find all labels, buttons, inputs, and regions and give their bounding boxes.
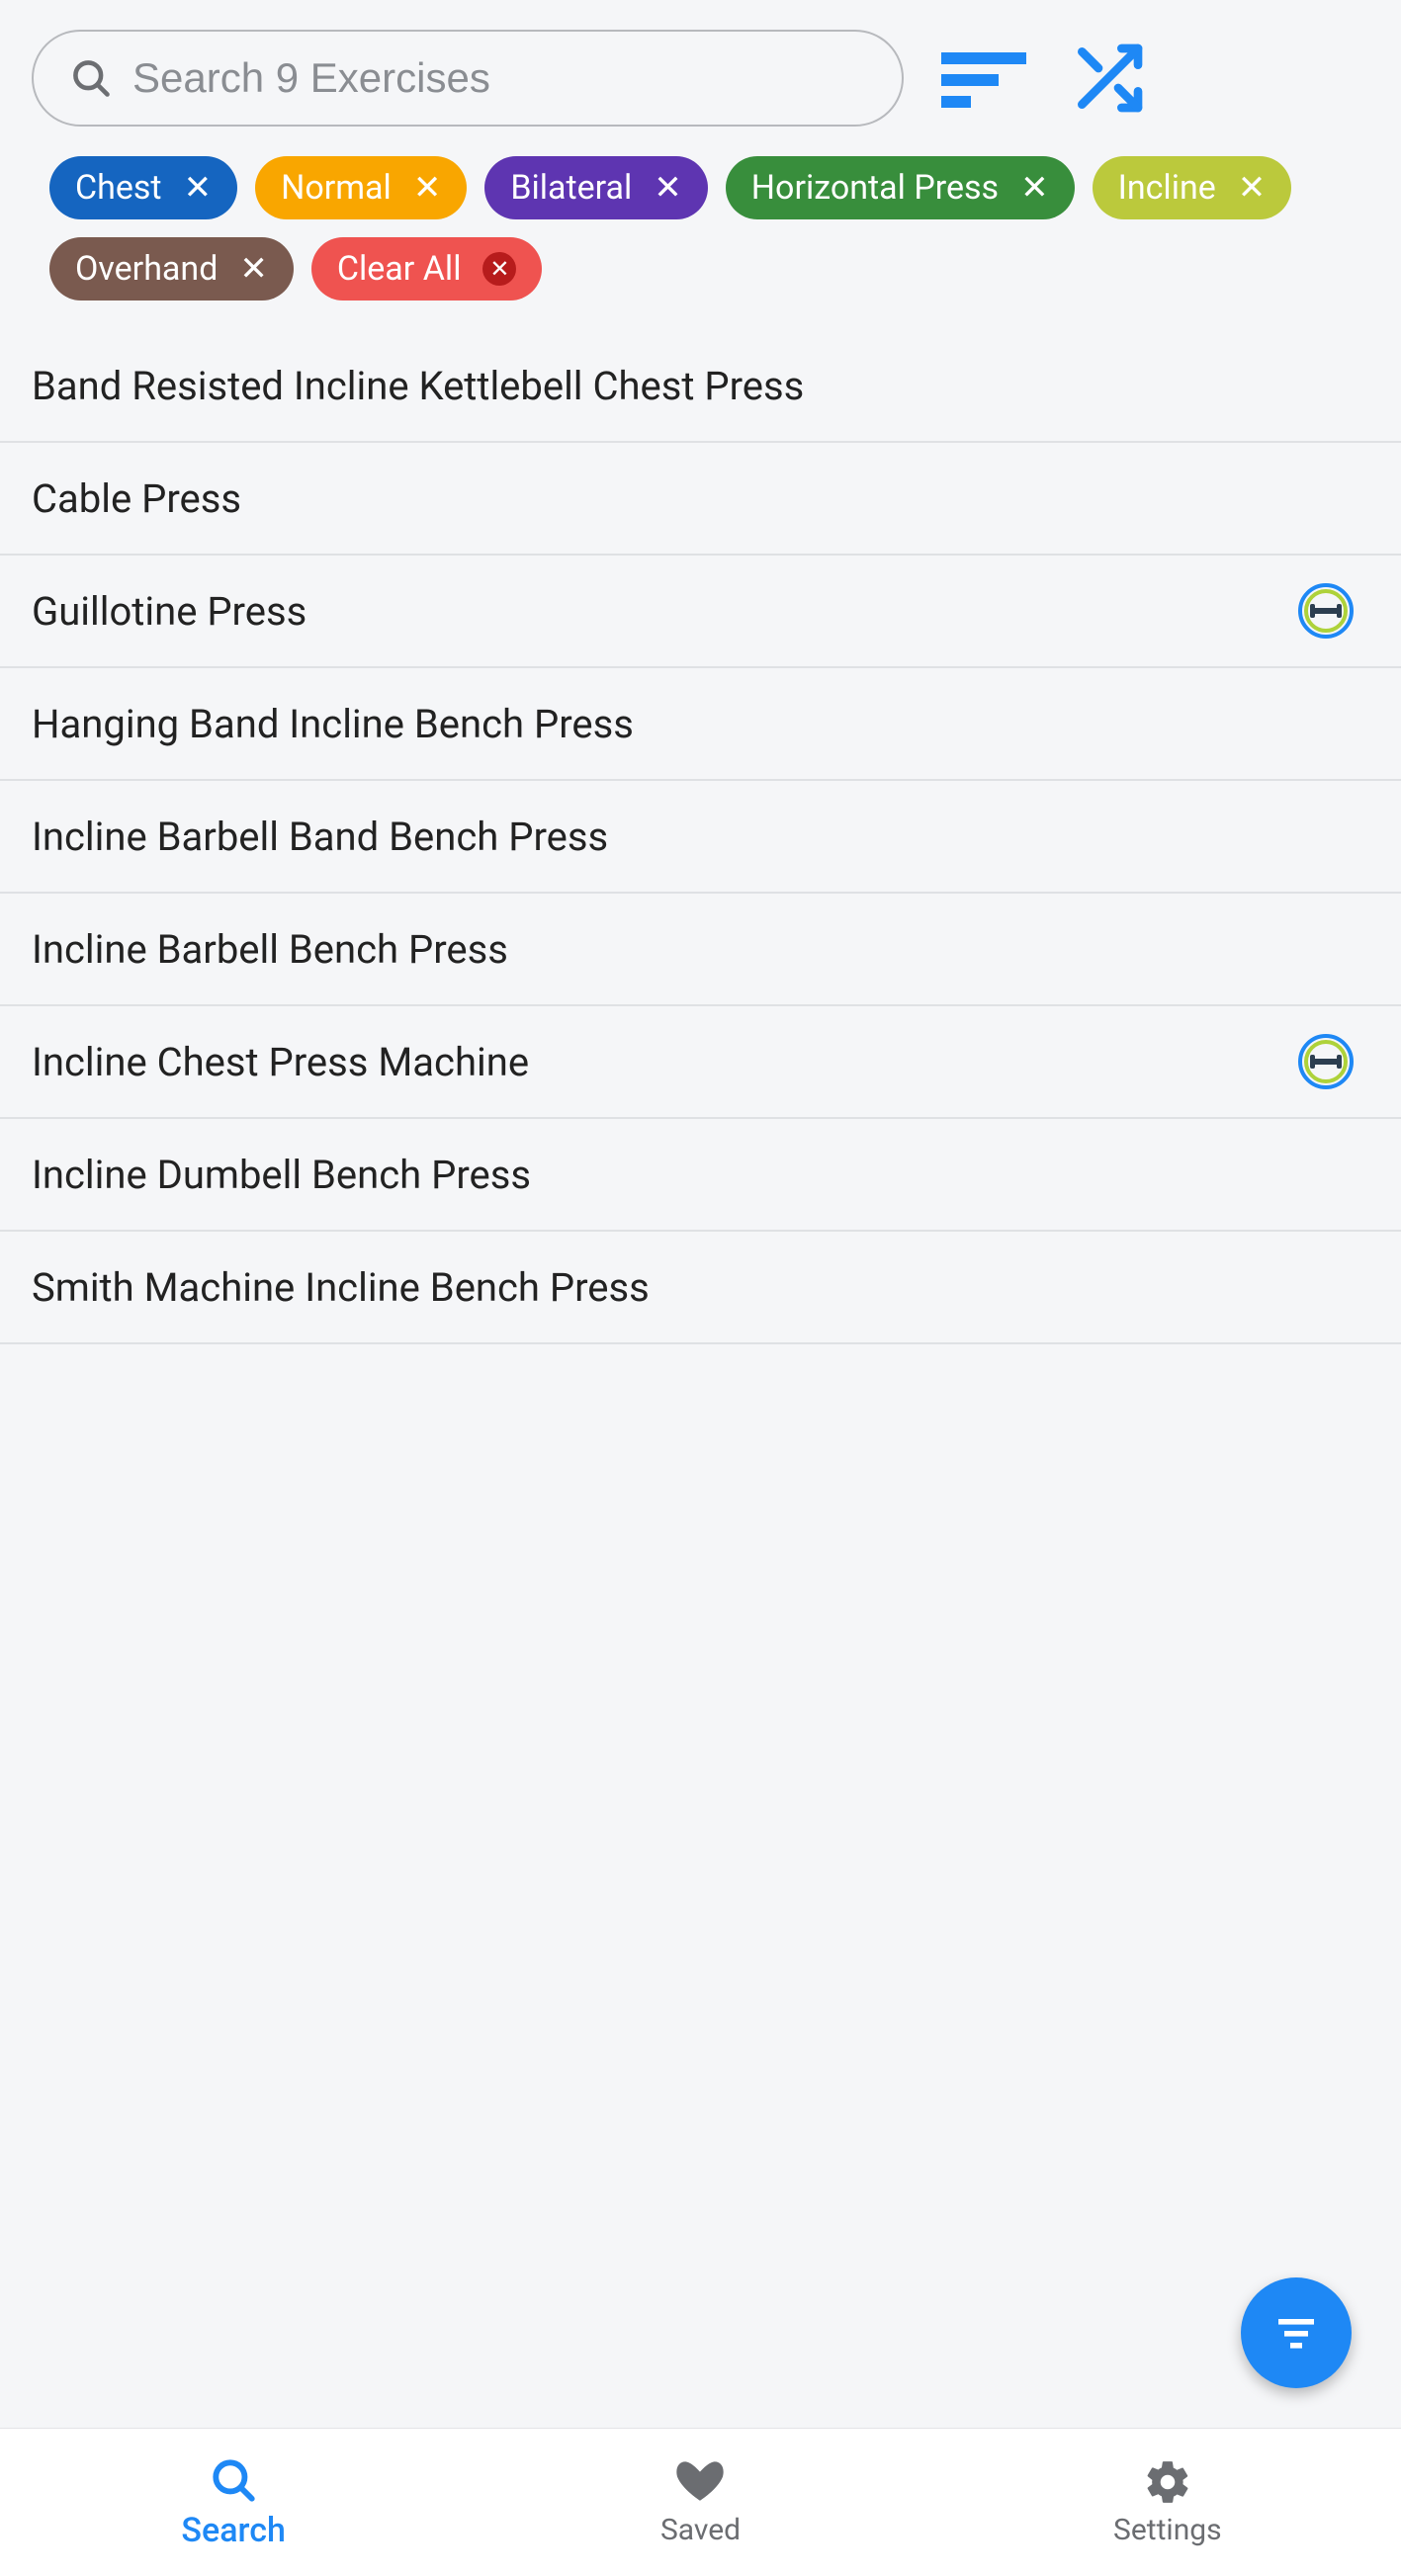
exercise-badge-icon [1298, 1034, 1354, 1089]
close-icon[interactable]: ✕ [239, 252, 268, 286]
search-box[interactable] [32, 30, 904, 127]
shuffle-button[interactable] [1064, 34, 1153, 123]
exercise-name: Smith Machine Incline Bench Press [32, 1264, 650, 1311]
exercise-name: Incline Dumbell Bench Press [32, 1152, 531, 1198]
sort-icon [941, 48, 1026, 108]
close-icon[interactable]: ✕ [1238, 171, 1267, 205]
search-icon [63, 50, 119, 106]
close-icon[interactable]: ✕ [184, 171, 213, 205]
nav-saved[interactable]: Saved [467, 2429, 933, 2576]
exercise-row[interactable]: Guillotine Press [0, 556, 1401, 668]
shuffle-icon [1069, 39, 1148, 118]
exercise-name: Band Resisted Incline Kettlebell Chest P… [32, 363, 804, 409]
filter-chip[interactable]: Normal ✕ [255, 156, 467, 219]
filter-chip-label: Chest [75, 168, 162, 208]
nav-settings-label: Settings [1113, 2513, 1222, 2547]
filter-icon [1272, 2309, 1320, 2357]
exercise-row[interactable]: Incline Barbell Band Bench Press [0, 781, 1401, 894]
exercise-row[interactable]: Cable Press [0, 443, 1401, 556]
filter-chip-label: Overhand [75, 249, 218, 289]
filter-chip-label: Incline [1118, 168, 1216, 208]
filter-chip[interactable]: Overhand ✕ [49, 237, 294, 301]
close-icon[interactable]: ✕ [1020, 171, 1049, 205]
bottom-nav: Search Saved Settings [0, 2428, 1401, 2576]
clear-all-chip[interactable]: Clear All ✕ [311, 237, 543, 301]
filter-chip-label: Bilateral [510, 168, 632, 208]
close-icon[interactable]: ✕ [482, 252, 516, 286]
nav-search-label: Search [181, 2511, 285, 2550]
close-icon[interactable]: ✕ [654, 171, 682, 205]
filter-chip[interactable]: Horizontal Press ✕ [726, 156, 1075, 219]
top-bar [0, 0, 1401, 156]
exercise-row[interactable]: Incline Dumbell Bench Press [0, 1119, 1401, 1232]
exercise-row[interactable]: Incline Chest Press Machine [0, 1006, 1401, 1119]
exercise-name: Guillotine Press [32, 588, 306, 635]
exercise-row[interactable]: Band Resisted Incline Kettlebell Chest P… [0, 330, 1401, 443]
exercise-list: Band Resisted Incline Kettlebell Chest P… [0, 330, 1401, 2428]
exercise-row[interactable]: Smith Machine Incline Bench Press [0, 1232, 1401, 1344]
nav-search[interactable]: Search [0, 2429, 467, 2576]
exercise-name: Cable Press [32, 475, 241, 522]
filter-chip[interactable]: Incline ✕ [1093, 156, 1292, 219]
sort-button[interactable] [939, 34, 1028, 123]
gear-icon [1143, 2457, 1192, 2507]
clear-all-label: Clear All [337, 249, 462, 289]
close-icon[interactable]: ✕ [413, 171, 442, 205]
filter-chip[interactable]: Bilateral ✕ [484, 156, 707, 219]
exercise-name: Incline Chest Press Machine [32, 1039, 529, 1085]
search-icon [209, 2455, 258, 2505]
filter-chip-row: Chest ✕ Normal ✕ Bilateral ✕ Horizontal Press ✕… [0, 156, 1401, 330]
filter-chip[interactable]: Chest ✕ [49, 156, 237, 219]
search-input[interactable] [119, 54, 872, 102]
exercise-row[interactable]: Hanging Band Incline Bench Press [0, 668, 1401, 781]
filter-fab[interactable] [1241, 2277, 1352, 2388]
exercise-row[interactable]: Incline Barbell Bench Press [0, 894, 1401, 1006]
nav-saved-label: Saved [660, 2513, 741, 2547]
filter-chip-label: Normal [281, 168, 392, 208]
exercise-name: Incline Barbell Bench Press [32, 926, 508, 973]
heart-icon [675, 2457, 725, 2507]
exercise-badge-icon [1298, 583, 1354, 639]
exercise-name: Hanging Band Incline Bench Press [32, 701, 634, 747]
nav-settings[interactable]: Settings [934, 2429, 1401, 2576]
exercise-name: Incline Barbell Band Bench Press [32, 814, 608, 860]
filter-chip-label: Horizontal Press [751, 168, 999, 208]
